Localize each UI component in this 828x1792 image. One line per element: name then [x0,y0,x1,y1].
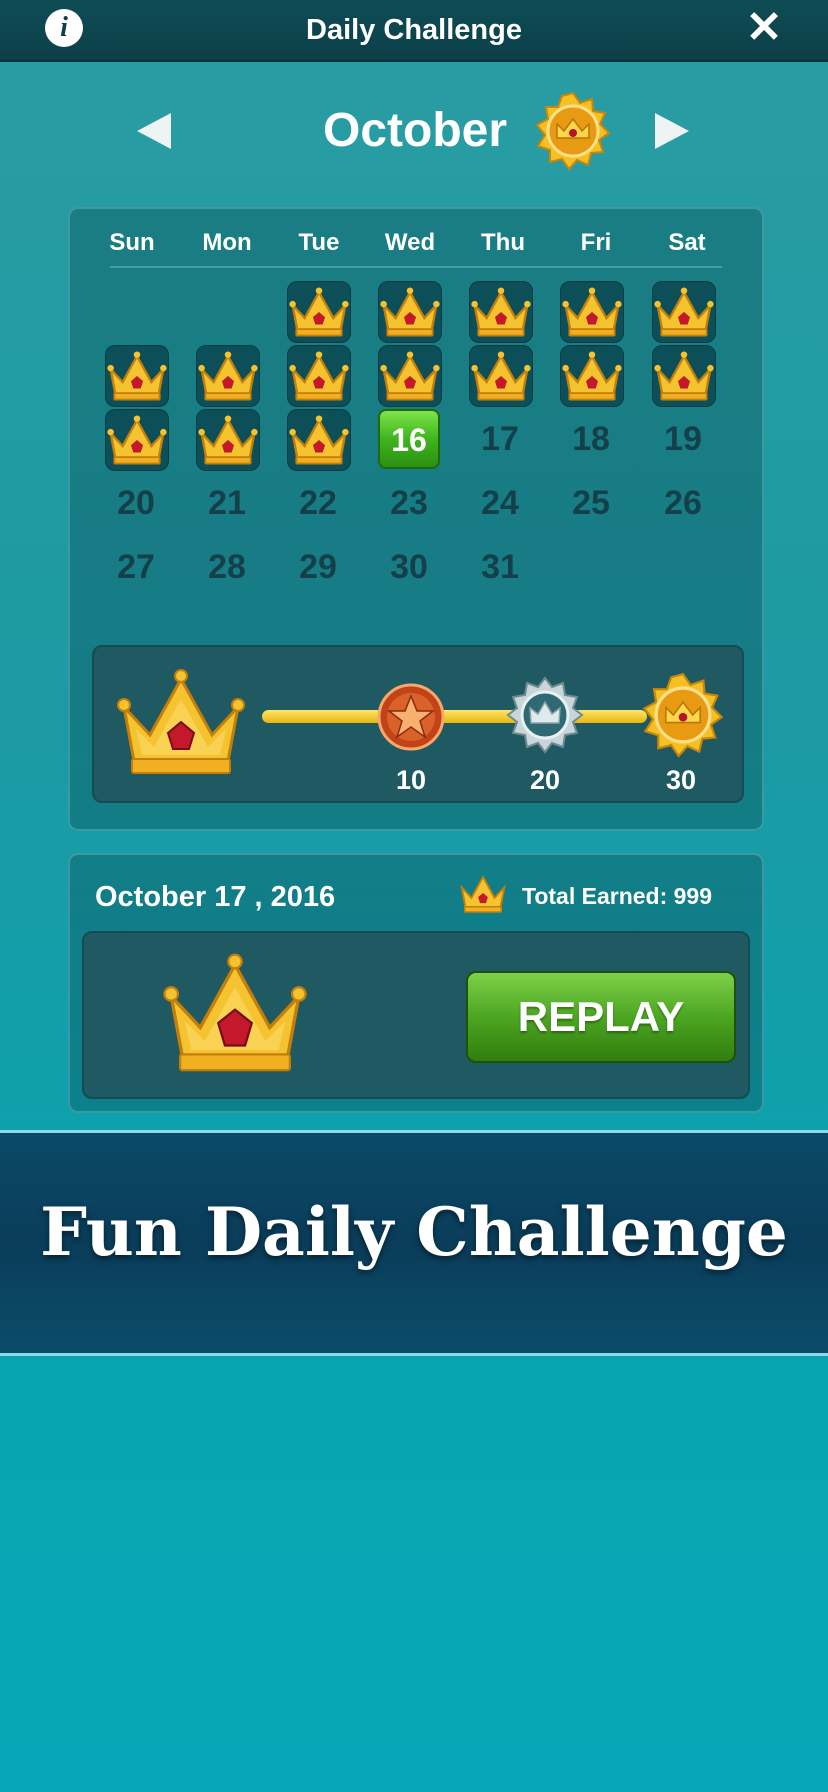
completed-day-crown-icon[interactable] [196,345,260,407]
completed-day-crown-icon[interactable] [105,409,169,471]
completed-day-crown-icon[interactable] [560,345,624,407]
weekday-wed: Wed [384,229,436,256]
selected-date: October 17 , 2016 [95,881,336,913]
gold-medal-icon [535,91,611,171]
day-cell[interactable]: 19 [652,409,714,469]
silver-crown-medal-icon [506,676,584,754]
day-cell[interactable]: 21 [196,473,258,533]
replay-button[interactable]: REPLAY [466,971,736,1063]
month-title: October [322,104,508,157]
completed-day-crown-icon[interactable] [469,281,533,343]
selected-day-panel: October 17 , 2016 Total Earned: 999 REPL… [68,853,764,1113]
day-cell[interactable]: 17 [469,409,531,469]
completed-day-crown-icon[interactable] [378,281,442,343]
day-cell[interactable]: 26 [652,473,714,533]
day-cell[interactable]: 23 [378,473,440,533]
completed-day-crown-icon[interactable] [378,345,442,407]
weekday-thu: Thu [481,229,525,256]
completed-day-crown-icon[interactable] [652,281,716,343]
day-cell[interactable]: 24 [469,473,531,533]
progress-panel: 10 20 30 [92,645,744,803]
completed-day-crown-icon[interactable] [287,281,351,343]
day-cell[interactable]: 28 [196,537,258,597]
day-cell[interactable]: 29 [287,537,349,597]
day-cell[interactable]: 22 [287,473,349,533]
completed-day-crown-icon[interactable] [196,409,260,471]
milestone-label: 20 [529,765,561,795]
crown-icon [460,875,506,913]
total-earned: Total Earned: 999 [522,883,713,909]
bronze-star-medal-icon [377,683,445,751]
calendar-panel: Sun Mon Tue Wed Thu Fri Sat 16 17 18 19 20 21… [68,207,764,831]
top-bar: i Daily Challenge ✕ [0,0,828,62]
gold-crown-medal-icon [642,672,724,758]
completed-day-crown-icon[interactable] [287,409,351,471]
completed-day-crown-icon[interactable] [287,345,351,407]
month-navigator: October [0,91,828,171]
crown-icon [163,953,307,1072]
day-cell[interactable]: 18 [560,409,622,469]
replay-panel: REPLAY [82,931,750,1099]
completed-day-crown-icon[interactable] [469,345,533,407]
completed-day-crown-icon[interactable] [560,281,624,343]
weekday-tue: Tue [298,229,340,256]
banner-title: Fun Daily Challenge [40,1193,788,1271]
progress-track [262,710,647,723]
weekday-mon: Mon [202,229,252,256]
weekday-sat: Sat [668,229,706,256]
day-cell[interactable]: 20 [105,473,167,533]
promo-banner: Fun Daily Challenge [0,1130,828,1356]
large-crown-icon [117,669,245,774]
completed-day-crown-icon[interactable] [105,345,169,407]
day-cell[interactable]: 27 [105,537,167,597]
weekday-fri: Fri [580,229,612,256]
day-cell[interactable]: 30 [378,537,440,597]
milestone-label: 10 [395,765,427,795]
divider [110,266,722,268]
previous-month-arrow-icon[interactable] [137,113,171,149]
weekday-header: Sun Mon Tue Wed Thu Fri Sat [70,229,762,265]
day-cell[interactable]: 31 [469,537,531,597]
today-day-cell[interactable]: 16 [378,409,440,469]
milestone-label: 30 [665,765,697,795]
page-title: Daily Challenge [306,14,522,46]
close-icon[interactable]: ✕ [742,6,786,50]
next-month-arrow-icon[interactable] [655,113,689,149]
completed-day-crown-icon[interactable] [652,345,716,407]
day-cell[interactable]: 25 [560,473,622,533]
weekday-sun: Sun [109,229,155,256]
